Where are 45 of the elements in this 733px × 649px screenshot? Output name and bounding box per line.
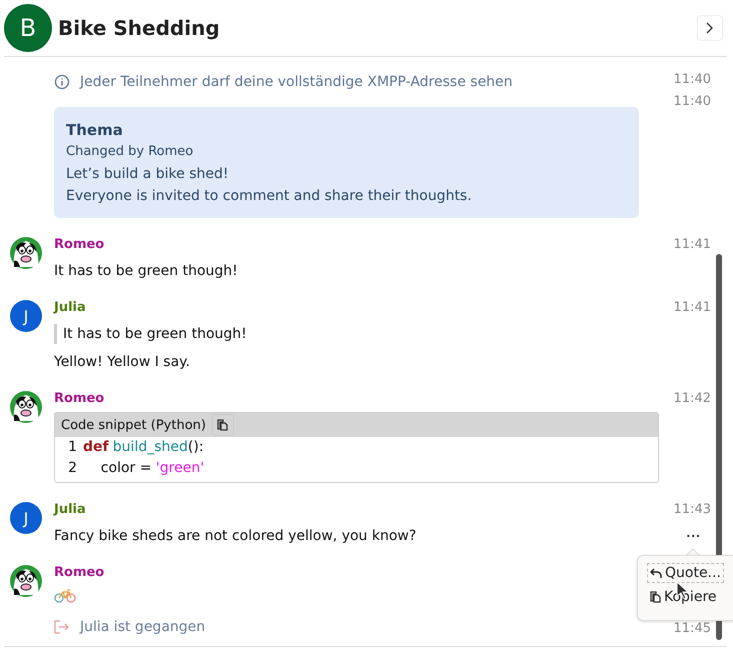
info-text: Jeder Teilnehmer darf deine vollständige XMPP-Adresse sehen <box>80 73 513 92</box>
user-avatar: J <box>10 300 42 332</box>
event-text: Julia ist gegangen <box>80 618 206 637</box>
exit-icon <box>54 620 70 634</box>
more-button[interactable]: ... <box>682 524 705 540</box>
copy-button[interactable] <box>212 414 234 436</box>
reply-icon <box>650 568 662 578</box>
copy-icon <box>217 419 228 431</box>
group-avatar: B <box>4 4 52 52</box>
message-text: Yellow! Yellow I say. <box>54 353 191 372</box>
line-number: 1 <box>67 438 77 457</box>
copy-icon <box>650 591 661 603</box>
author-name: Romeo <box>54 237 106 253</box>
code-title: Code snippet (Python) <box>61 418 206 432</box>
author-name: Romeo <box>54 565 106 581</box>
code-line: color = 'green' <box>100 459 204 478</box>
timestamp: 11:41 <box>674 300 711 316</box>
author-name: Romeo <box>54 391 106 407</box>
message-text: Fancy bike sheds are not colored yellow, you know? <box>54 527 418 546</box>
topic-text: Let’s build a bike shed! <box>66 165 230 184</box>
timestamp: 11:43 <box>674 502 711 518</box>
timestamp: 11:40 <box>674 72 711 88</box>
topic-heading: Thema <box>66 120 124 141</box>
topic-text: Everyone is invited to comment and share their thoughts. <box>66 187 473 206</box>
topic-byline: Changed by Romeo <box>66 143 194 161</box>
bicycle-icon <box>54 589 76 603</box>
chevron-button[interactable] <box>697 15 723 41</box>
info-icon <box>54 74 70 90</box>
message-text: It has to be green though! <box>54 262 239 281</box>
timestamp: 11:42 <box>674 391 711 407</box>
author-name: Julia <box>54 300 87 316</box>
menu-item[interactable]: Quote... <box>647 563 724 583</box>
chat-title: Bike Shedding <box>58 16 221 40</box>
timestamp: 11:41 <box>674 237 711 253</box>
line-number: 2 <box>67 459 77 478</box>
timestamp: 11:40 <box>674 94 711 110</box>
user-avatar: J <box>10 502 42 534</box>
chevron-icon <box>706 22 714 34</box>
timestamp: 11:45 <box>674 621 711 637</box>
author-name: Julia <box>54 502 87 518</box>
code-line: def build_shed(): <box>83 438 204 457</box>
cow-avatar <box>10 237 42 269</box>
cow-avatar <box>10 565 42 597</box>
quoted-text: It has to be green though! <box>54 324 651 344</box>
cow-avatar <box>10 391 42 423</box>
